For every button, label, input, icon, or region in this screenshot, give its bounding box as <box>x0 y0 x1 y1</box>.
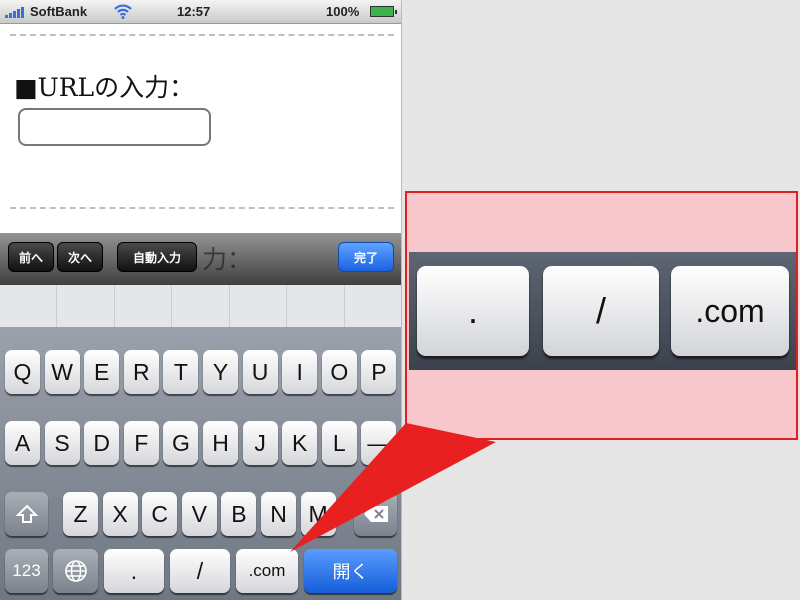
callout-pointer <box>290 423 496 552</box>
